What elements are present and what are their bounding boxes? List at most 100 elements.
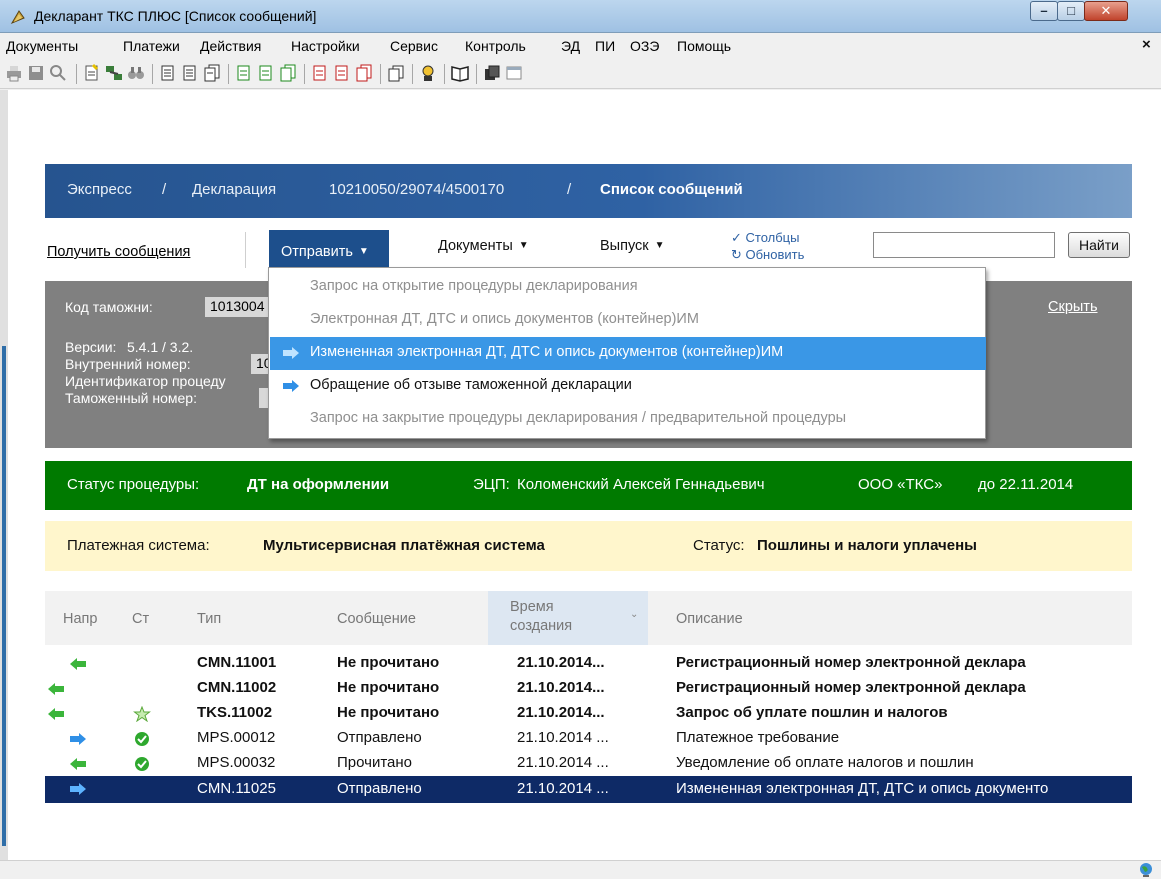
row-message: Не прочитано (337, 679, 440, 696)
versions-label: Версии: (65, 339, 117, 355)
row-time: 21.10.2014... (517, 679, 605, 696)
menu-bar: Документы Платежи Действия Настройки Сер… (0, 33, 1161, 59)
menu-pi[interactable]: ПИ (595, 38, 615, 54)
versions-value: 5.4.1 / 3.2. (127, 339, 194, 355)
chevron-down-icon: ▼ (654, 240, 665, 251)
menu-item-label: Электронная ДТ, ДТС и опись документов (… (310, 311, 699, 327)
row-description: Измененная электронная ДТ, ДТС и опись д… (676, 780, 1049, 797)
payment-status-label: Статус: (693, 537, 745, 554)
breadcrumb-declaration[interactable]: Декларация (192, 181, 276, 198)
column-status[interactable]: Ст (132, 611, 149, 627)
row-description: Регистрационный номер электронной деклар… (676, 679, 1026, 696)
arrow-right-icon (283, 380, 299, 392)
green-document-icon[interactable] (234, 63, 254, 83)
menu-item-open-procedure-request[interactable]: Запрос на открытие процедуры декларирова… (270, 271, 986, 304)
breadcrumb-declaration-number[interactable]: 10210050/29074/4500170 (329, 181, 504, 198)
check-circle-icon (135, 757, 149, 771)
green-documents-icon[interactable] (278, 63, 298, 83)
row-description: Регистрационный номер электронной деклар… (676, 654, 1026, 671)
check-circle-icon (135, 732, 149, 746)
menu-item-declaration-withdrawal[interactable]: Обращение об отзыве таможенной деклараци… (270, 370, 986, 403)
preview-icon[interactable] (48, 63, 68, 83)
send-menu-button[interactable]: Отправить ▼ (269, 230, 389, 271)
save-icon[interactable] (26, 63, 46, 83)
table-row[interactable]: MPS.00012 Отправлено 21.10.2014 ... Плат… (45, 727, 1132, 751)
breadcrumb-separator: / (162, 181, 167, 198)
star-icon (133, 706, 151, 722)
windows-icon[interactable] (482, 63, 502, 83)
network-icon[interactable] (104, 63, 124, 83)
procedure-status-bar: Статус процедуры: ДТ на оформлении ЭЦП: … (45, 461, 1132, 510)
customs-number-label: Таможенный номер: (65, 390, 197, 406)
page-title: Список сообщений (600, 181, 743, 198)
menu-item-electronic-dt-container[interactable]: Электронная ДТ, ДТС и опись документов (… (270, 304, 986, 337)
table-row[interactable]: TKS.11002 Не прочитано 21.10.2014... Зап… (45, 702, 1132, 726)
document-icon[interactable] (158, 63, 178, 83)
menu-service[interactable]: Сервис (390, 38, 438, 54)
binoculars-icon[interactable] (126, 63, 146, 83)
row-type: CMN.11025 (197, 780, 276, 797)
search-input[interactable] (873, 232, 1055, 258)
breadcrumb-express[interactable]: Экспресс (67, 181, 132, 198)
menu-actions[interactable]: Действия (200, 38, 261, 54)
column-description[interactable]: Описание (676, 611, 743, 627)
column-time-line1: Время (510, 599, 554, 615)
column-message[interactable]: Сообщение (337, 611, 416, 627)
app-icon (10, 10, 25, 25)
red-documents-icon[interactable] (354, 63, 374, 83)
documents-stack-icon[interactable] (202, 63, 222, 83)
payment-status-value: Пошлины и налоги уплачены (757, 537, 977, 554)
close-document-icon[interactable]: × (1142, 36, 1151, 53)
book-icon[interactable] (450, 63, 470, 83)
row-time: 21.10.2014 ... (517, 754, 609, 771)
menu-item-close-procedure-request[interactable]: Запрос на закрытие процедуры декларирова… (270, 403, 986, 436)
procedure-status-label: Статус процедуры: (67, 476, 200, 493)
customs-code-label: Код таможни: (65, 299, 153, 315)
columns-link[interactable]: ✓ Столбцы (731, 230, 799, 246)
arrow-left-icon (48, 683, 64, 695)
document-icon[interactable] (180, 63, 200, 83)
table-row[interactable]: MPS.00032 Прочитано 21.10.2014 ... Уведо… (45, 752, 1132, 776)
table-row[interactable]: CMN.11002 Не прочитано 21.10.2014... Рег… (45, 677, 1132, 701)
table-row[interactable]: CMN.11001 Не прочитано 21.10.2014... Рег… (45, 652, 1132, 676)
menu-documents[interactable]: Документы (6, 38, 78, 54)
menu-item-modified-dt-container[interactable]: Измененная электронная ДТ, ДТС и опись д… (270, 337, 986, 370)
table-row-selected[interactable]: CMN.11025 Отправлено 21.10.2014 ... Изме… (45, 776, 1132, 803)
menu-item-label: Запрос на открытие процедуры декларирова… (310, 278, 638, 294)
get-messages-link[interactable]: Получить сообщения (47, 244, 190, 260)
toolbar-separator (380, 64, 381, 84)
documents-menu-button[interactable]: Документы ▼ (438, 238, 529, 254)
release-menu-button[interactable]: Выпуск ▼ (600, 238, 665, 254)
arrow-left-icon (70, 658, 86, 670)
menu-ed[interactable]: ЭД (561, 38, 580, 54)
column-created-time[interactable]: Время создания ⌄ (488, 591, 648, 645)
procedure-id-label: Идентификатор процеду (65, 373, 226, 389)
menu-payments[interactable]: Платежи (123, 38, 180, 54)
row-type: MPS.00032 (197, 754, 276, 771)
maximize-button[interactable]: □ (1057, 1, 1085, 21)
refresh-link[interactable]: ↻ Обновить (731, 247, 804, 263)
column-type[interactable]: Тип (197, 611, 221, 627)
menu-control[interactable]: Контроль (465, 38, 526, 54)
print-icon[interactable] (4, 63, 24, 83)
find-button[interactable]: Найти (1068, 232, 1130, 258)
menu-help[interactable]: Помощь (677, 38, 731, 54)
copy-icon[interactable] (386, 63, 406, 83)
hide-link[interactable]: Скрыть (1048, 299, 1098, 315)
minimize-button[interactable]: – (1030, 1, 1058, 21)
menu-item-label: Обращение об отзыве таможенной деклараци… (310, 377, 632, 393)
user-icon[interactable] (418, 63, 438, 83)
breadcrumb: Экспресс / Декларация 10210050/29074/450… (45, 164, 1132, 218)
menu-oze[interactable]: ОЗЭ (630, 38, 659, 54)
column-direction[interactable]: Напр (63, 611, 97, 627)
menu-settings[interactable]: Настройки (291, 38, 360, 54)
new-document-icon[interactable] (82, 63, 102, 83)
red-document-icon[interactable] (332, 63, 352, 83)
action-separator (245, 232, 246, 268)
scroll-track (2, 346, 6, 846)
red-document-icon[interactable] (310, 63, 330, 83)
window-icon[interactable] (504, 63, 524, 83)
close-button[interactable]: ✕ (1084, 1, 1128, 21)
toolbar (0, 59, 1161, 89)
green-document-icon[interactable] (256, 63, 276, 83)
